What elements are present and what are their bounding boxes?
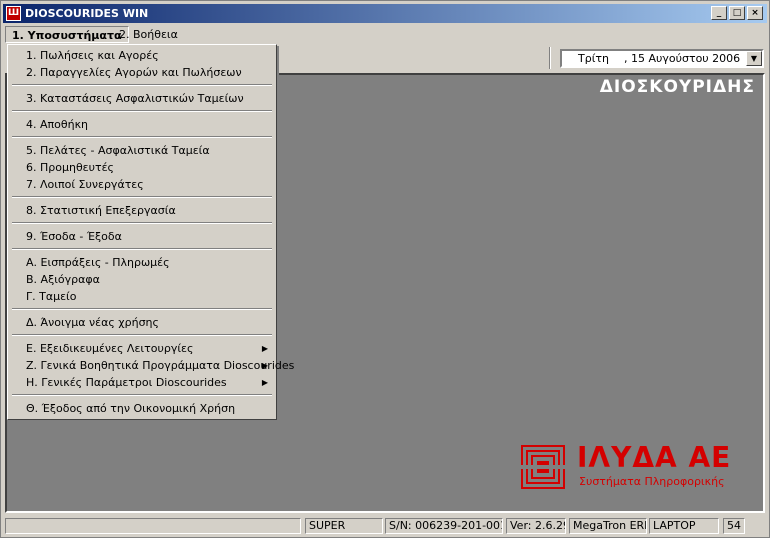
submenu-arrow-icon: ▶ xyxy=(261,344,268,353)
menu-item-new-fiscal-year[interactable]: Δ. Άνοιγμα νέας χρήσης xyxy=(10,314,274,331)
menu-item-label: Ε. Εξειδικευμένες Λειτουργίες xyxy=(26,342,194,355)
menu-item-securities[interactable]: Β. Αξιόγραφα xyxy=(10,271,274,288)
menu-item-general-parameters[interactable]: Η. Γενικές Παράμετροι Dioscourides ▶ xyxy=(10,374,274,391)
menu-separator xyxy=(12,222,272,224)
menu-item-warehouse[interactable]: 4. Αποθήκη xyxy=(10,116,274,133)
menu-bar: 1. Υποσυστήματα 2. Βοήθεια xyxy=(3,25,767,44)
menu-item-insurance-reports[interactable]: 3. Καταστάσεις Ασφαλιστικών Ταμείων xyxy=(10,90,274,107)
menu-help[interactable]: 2. Βοήθεια xyxy=(113,26,184,43)
app-window: Ш DIOSCOURIDES WIN _ □ × 1. Υποσυστήματα… xyxy=(0,0,770,538)
date-value: , 15 Αυγούστου 2006 xyxy=(624,52,741,65)
menu-item-orders[interactable]: 2. Παραγγελίες Αγορών και Πωλήσεων xyxy=(10,64,274,81)
status-bar: SUPER S/N: 006239-201-001 Ver: 2.6.29 Me… xyxy=(3,516,767,536)
menu-separator xyxy=(12,110,272,112)
submenu-arrow-icon: ▶ xyxy=(261,361,268,370)
menu-separator xyxy=(12,136,272,138)
subsystems-dropdown-menu: 1. Πωλήσεις και Αγορές 2. Παραγγελίες Αγ… xyxy=(7,44,294,420)
menu-item-cashier[interactable]: Γ. Ταμείο xyxy=(10,288,274,305)
maximize-button[interactable]: □ xyxy=(729,6,745,20)
company-logo: ΙΛΥΔΑ ΑΕ Συστήματα Πληροφορικής xyxy=(521,441,751,493)
menu-item-sales-purchases[interactable]: 1. Πωλήσεις και Αγορές xyxy=(10,47,274,64)
menu-item-exit-fiscal-year[interactable]: Θ. Έξοδος από την Οικονομική Χρήση xyxy=(10,400,274,417)
menu-item-receipts-payments[interactable]: Α. Εισπράξεις - Πληρωμές xyxy=(10,254,274,271)
menu-separator xyxy=(12,84,272,86)
status-serial: S/N: 006239-201-001 xyxy=(385,518,503,534)
menu-separator xyxy=(12,394,272,396)
status-version: Ver: 2.6.29 xyxy=(506,518,566,534)
submenu-arrow-icon: ▶ xyxy=(261,378,268,387)
menu-item-customers[interactable]: 5. Πελάτες - Ασφαλιστικά Ταμεία xyxy=(10,142,274,159)
menu-item-label: Ζ. Γενικά Βοηθητικά Προγράμματα Dioscour… xyxy=(26,359,295,372)
menu-item-statistics[interactable]: 8. Στατιστική Επεξεργασία xyxy=(10,202,274,219)
menu-separator xyxy=(12,196,272,198)
menu-item-income-expenses[interactable]: 9. Έσοδα - Έξοδα xyxy=(10,228,274,245)
status-machine: LAPTOP xyxy=(649,518,719,534)
ilyda-logo-icon xyxy=(521,445,565,489)
status-blank xyxy=(5,518,301,534)
close-button[interactable]: × xyxy=(747,6,763,20)
date-day: Τρίτη xyxy=(578,52,610,65)
menu-item-specialized-functions[interactable]: Ε. Εξειδικευμένες Λειτουργίες ▶ xyxy=(10,340,274,357)
title-bar[interactable]: Ш DIOSCOURIDES WIN _ □ × xyxy=(3,4,767,23)
menu-subsystems[interactable]: 1. Υποσυστήματα xyxy=(5,26,129,43)
menu-item-other-partners[interactable]: 7. Λοιποί Συνεργάτες xyxy=(10,176,274,193)
date-picker[interactable]: Τρίτη , 15 Αυγούστου 2006 ▼ xyxy=(560,49,764,68)
logo-subtitle: Συστήματα Πληροφορικής xyxy=(579,475,725,488)
menu-separator xyxy=(12,248,272,250)
logo-name: ΙΛΥΔΑ ΑΕ xyxy=(577,441,732,474)
menu-separator xyxy=(12,308,272,310)
toolbar-separator xyxy=(549,47,551,69)
menu-item-label: Η. Γενικές Παράμετροι Dioscourides xyxy=(26,376,227,389)
status-number: 54 xyxy=(723,518,745,534)
status-product: MegaTron ERP xyxy=(569,518,647,534)
minimize-button[interactable]: _ xyxy=(711,6,727,20)
workspace-title: ΔΙΟΣΚΟΥΡΙΔΗΣ xyxy=(599,77,755,97)
menu-item-utility-programs[interactable]: Ζ. Γενικά Βοηθητικά Προγράμματα Dioscour… xyxy=(10,357,294,374)
status-user: SUPER xyxy=(305,518,383,534)
date-dropdown-icon[interactable]: ▼ xyxy=(746,51,762,66)
app-logo-icon[interactable]: Ш xyxy=(6,6,21,21)
menu-item-suppliers[interactable]: 6. Προμηθευτές xyxy=(10,159,274,176)
window-title: DIOSCOURIDES WIN xyxy=(25,7,149,20)
menu-separator xyxy=(12,334,272,336)
